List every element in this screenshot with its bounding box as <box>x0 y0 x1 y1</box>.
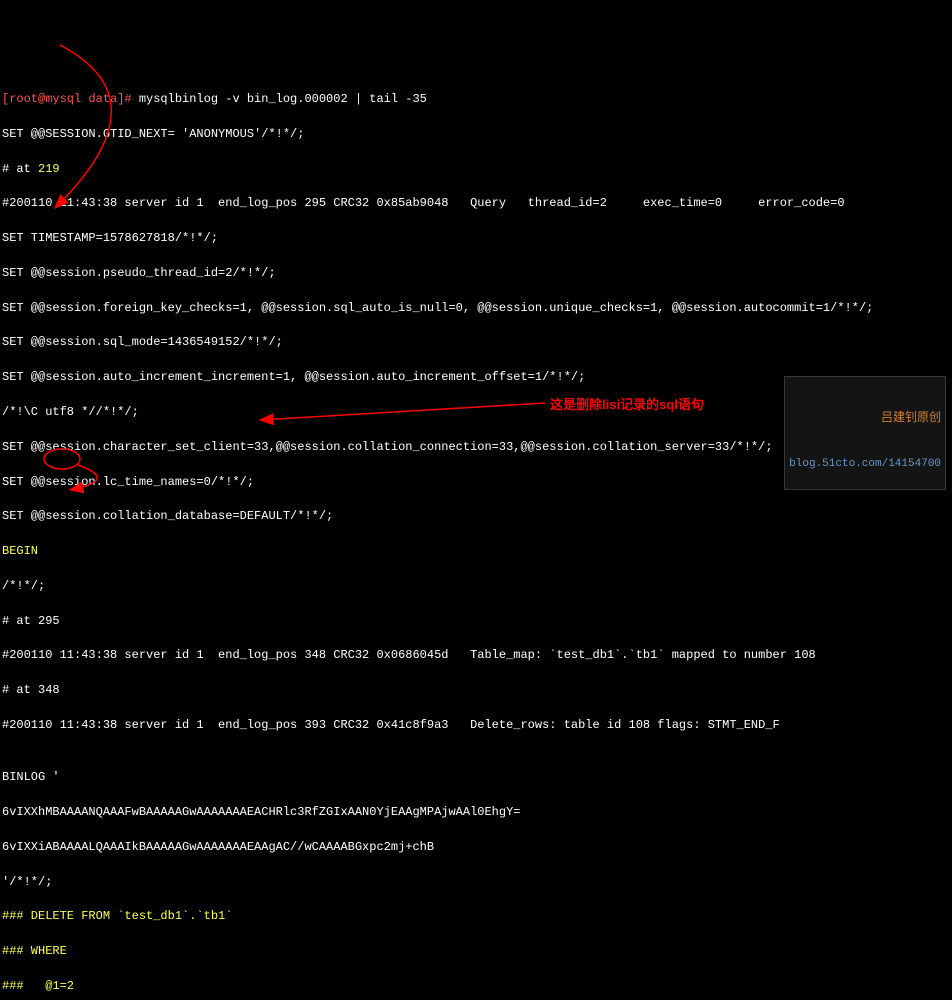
where-line: ### WHERE <box>2 943 950 960</box>
annotation-text: 这是删除lisi记录的sql语句 <box>550 396 704 415</box>
terminal-output: [root@mysql data]# mysqlbinlog -v bin_lo… <box>2 74 950 1000</box>
prompt-command: mysqlbinlog -v bin_log.000002 | tail -35 <box>132 92 427 106</box>
watermark-url: blog.51cto.com/14154700 <box>789 457 941 471</box>
log-line: /*!*/; <box>2 578 950 595</box>
watermark: 吕建钊原创 blog.51cto.com/14154700 <box>784 376 946 490</box>
at-219: 219 <box>38 162 60 176</box>
log-line: SET @@session.sql_mode=1436549152/*!*/; <box>2 334 950 351</box>
log-line: #200110 11:43:38 server id 1 end_log_pos… <box>2 717 950 734</box>
log-line: #200110 11:43:38 server id 1 end_log_pos… <box>2 195 950 212</box>
log-line: '/*!*/; <box>2 874 950 891</box>
log-line: SET @@SESSION.GTID_NEXT= 'ANONYMOUS'/*!*… <box>2 126 950 143</box>
log-line: SET TIMESTAMP=1578627818/*!*/; <box>2 230 950 247</box>
at-219-line: # at 219 <box>2 161 950 178</box>
prompt-line: [root@mysql data]# mysqlbinlog -v bin_lo… <box>2 91 950 108</box>
log-line: # at 348 <box>2 682 950 699</box>
watermark-author: 吕建钊原创 <box>789 410 941 426</box>
delete-line: ### DELETE FROM `test_db1`.`tb1` <box>2 908 950 925</box>
log-line: SET @@session.pseudo_thread_id=2/*!*/; <box>2 265 950 282</box>
where-cond-line: ### @1=2 <box>2 978 950 995</box>
at-prefix: # at <box>2 162 38 176</box>
log-line: SET @@session.collation_database=DEFAULT… <box>2 508 950 525</box>
prompt-user: [root@mysql data]# <box>2 92 132 106</box>
log-line: SET @@session.foreign_key_checks=1, @@se… <box>2 300 950 317</box>
log-line: BINLOG ' <box>2 769 950 786</box>
log-line: 6vIXXiABAAAALQAAAIkBAAAAAGwAAAAAAAEAAgAC… <box>2 839 950 856</box>
log-line: 6vIXXhMBAAAANQAAAFwBAAAAAGwAAAAAAAEACHRl… <box>2 804 950 821</box>
begin-line: BEGIN <box>2 543 950 560</box>
log-line: # at 295 <box>2 613 950 630</box>
log-line: #200110 11:43:38 server id 1 end_log_pos… <box>2 647 950 664</box>
